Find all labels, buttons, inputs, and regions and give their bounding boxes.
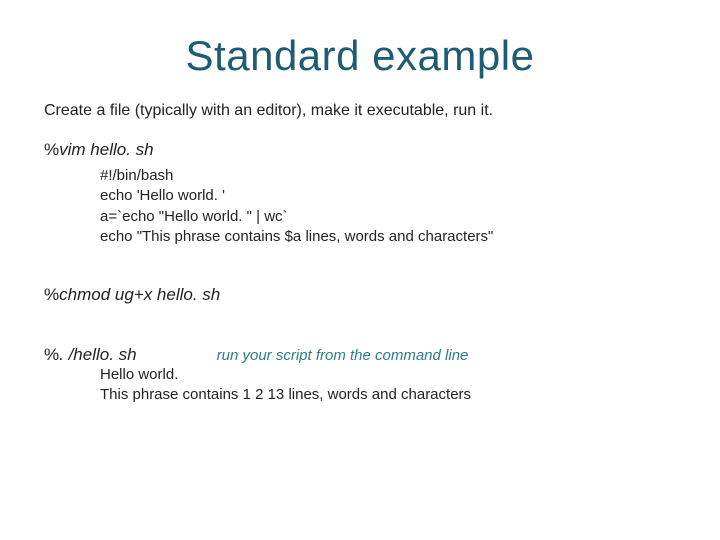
- slide: Standard example Create a file (typicall…: [0, 0, 720, 540]
- prompt-symbol: %: [44, 345, 59, 364]
- command-vim-text: vim hello. sh: [59, 140, 153, 159]
- output-content: Hello world. This phrase contains 1 2 13…: [100, 365, 676, 406]
- command-run: %. /hello. sh: [44, 345, 137, 365]
- prompt-symbol: %: [44, 140, 59, 159]
- command-vim: %vim hello. sh: [44, 140, 676, 160]
- script-content: #!/bin/bash echo 'Hello world. ' a=`echo…: [100, 166, 676, 247]
- command-run-text: . /hello. sh: [59, 345, 137, 364]
- slide-title: Standard example: [44, 32, 676, 80]
- command-chmod-text: chmod ug+x hello. sh: [59, 285, 220, 304]
- command-chmod: %chmod ug+x hello. sh: [44, 285, 676, 305]
- command-run-row: %. /hello. sh run your script from the c…: [44, 345, 676, 365]
- prompt-symbol: %: [44, 285, 59, 304]
- run-note: run your script from the command line: [217, 347, 469, 364]
- intro-text: Create a file (typically with an editor)…: [44, 102, 676, 120]
